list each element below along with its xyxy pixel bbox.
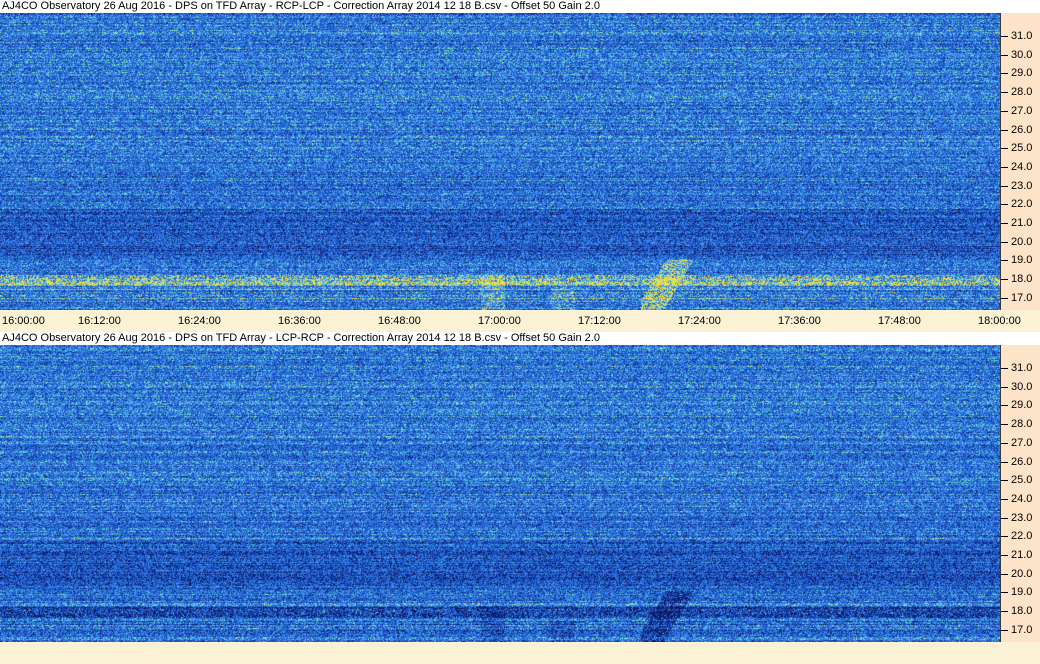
time-label: 16:12:00: [78, 315, 121, 327]
freq-label: 25.0: [1011, 142, 1033, 155]
freq-tick: [1001, 260, 1008, 262]
freq-tick: [1001, 166, 1008, 168]
freq-label: 28.0: [1011, 86, 1033, 99]
freq-tick: [1001, 92, 1008, 94]
freq-label: 22.0: [1011, 530, 1033, 543]
spectrogram-lcp-rcp: [0, 345, 1000, 642]
freq-tick: [1001, 480, 1008, 482]
freq-tick: [1001, 405, 1008, 407]
freq-label: 23.0: [1011, 179, 1033, 192]
freq-label: 21.0: [1011, 217, 1033, 229]
freq-tick: [1001, 611, 1008, 613]
time-label: 17:48:00: [878, 315, 921, 327]
time-label: 17:00:00: [478, 315, 521, 327]
time-label: 17:12:00: [578, 315, 621, 327]
freq-label: 26.0: [1011, 123, 1033, 136]
freq-tick: [1001, 461, 1008, 463]
freq-label: 30.0: [1011, 380, 1033, 393]
freq-tick: [1001, 573, 1008, 575]
spectrogram-canvas-top: [0, 13, 1000, 310]
freq-tick: [1001, 110, 1008, 112]
time-label: 16:36:00: [278, 315, 321, 327]
freq-tick: [1001, 498, 1008, 500]
freq-tick: [1001, 185, 1008, 187]
freq-label: 21.0: [1011, 549, 1033, 561]
spectrogram-canvas-bottom: [0, 345, 1000, 642]
freq-label: 17.0: [1011, 623, 1033, 636]
freq-label: 23.0: [1011, 511, 1033, 524]
time-label: 16:48:00: [378, 315, 421, 327]
freq-label: 22.0: [1011, 198, 1033, 211]
freq-tick: [1001, 148, 1008, 150]
freq-tick: [1001, 442, 1008, 444]
freq-tick: [1001, 73, 1008, 75]
freq-label: 20.0: [1011, 235, 1033, 248]
freq-tick: [1001, 297, 1008, 299]
freq-tick: [1001, 517, 1008, 519]
freq-tick: [1001, 592, 1008, 594]
time-label: 18:00:00: [978, 315, 1021, 327]
time-label: 16:00:00: [2, 315, 45, 327]
freq-tick: [1001, 36, 1008, 37]
freq-tick: [1001, 241, 1008, 243]
freq-label: 24.0: [1011, 492, 1033, 505]
time-axis: 16:00:00 16:12:00 16:24:00 16:36:00 16:48:00…: [0, 312, 1040, 330]
spectrogram-rcp-lcp: [0, 13, 1000, 310]
freq-label: 19.0: [1011, 586, 1033, 599]
freq-tick: [1001, 368, 1008, 369]
frequency-axis-top: 31.0 30.0 29.0 28.0 27.0 26.0 25.0 24.0 23.0 22.0…: [1000, 13, 1040, 310]
freq-label: 24.0: [1011, 160, 1033, 173]
freq-tick: [1001, 54, 1008, 56]
time-label: 17:36:00: [778, 315, 821, 327]
freq-tick: [1001, 424, 1008, 426]
freq-label: 29.0: [1011, 67, 1033, 80]
freq-label: 20.0: [1011, 567, 1033, 580]
freq-tick: [1001, 536, 1008, 538]
freq-label: 18.0: [1011, 273, 1033, 286]
freq-label: 29.0: [1011, 399, 1033, 412]
freq-label: 25.0: [1011, 474, 1033, 487]
frequency-axis-bottom: 31.0 30.0 29.0 28.0 27.0 26.0 25.0 24.0 23.0 22.0…: [1000, 345, 1040, 642]
freq-tick: [1001, 223, 1008, 224]
freq-label: 30.0: [1011, 48, 1033, 61]
panel-title-bottom: AJ4CO Observatory 26 Aug 2016 - DPS on T…: [0, 332, 1040, 345]
time-label: 17:24:00: [678, 315, 721, 327]
freq-tick: [1001, 129, 1008, 131]
freq-label: 31.0: [1011, 362, 1033, 374]
freq-label: 26.0: [1011, 455, 1033, 468]
time-label: 16:24:00: [178, 315, 221, 327]
freq-label: 17.0: [1011, 291, 1033, 304]
freq-tick: [1001, 279, 1008, 281]
freq-tick: [1001, 204, 1008, 206]
panel-title-top: AJ4CO Observatory 26 Aug 2016 - DPS on T…: [0, 0, 1040, 13]
freq-label: 18.0: [1011, 605, 1033, 618]
freq-tick: [1001, 555, 1008, 556]
freq-tick: [1001, 386, 1008, 388]
freq-label: 31.0: [1011, 30, 1033, 42]
freq-label: 27.0: [1011, 104, 1033, 117]
freq-label: 27.0: [1011, 436, 1033, 449]
freq-label: 28.0: [1011, 418, 1033, 431]
freq-label: 19.0: [1011, 254, 1033, 267]
freq-tick: [1001, 629, 1008, 631]
